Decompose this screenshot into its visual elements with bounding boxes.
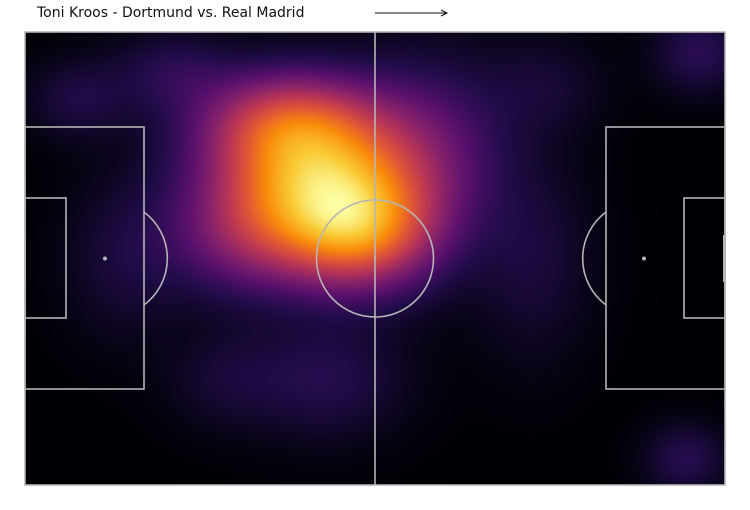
left-penalty-spot — [103, 256, 107, 261]
right-penalty-spot — [642, 256, 646, 261]
centre-spot — [373, 257, 377, 260]
right-arrow-icon — [375, 9, 449, 17]
chart-title: Toni Kroos - Dortmund vs. Real Madrid — [37, 5, 305, 21]
right-goal — [723, 235, 726, 282]
left-goal — [24, 235, 26, 282]
pitch-heatmap — [24, 31, 726, 486]
